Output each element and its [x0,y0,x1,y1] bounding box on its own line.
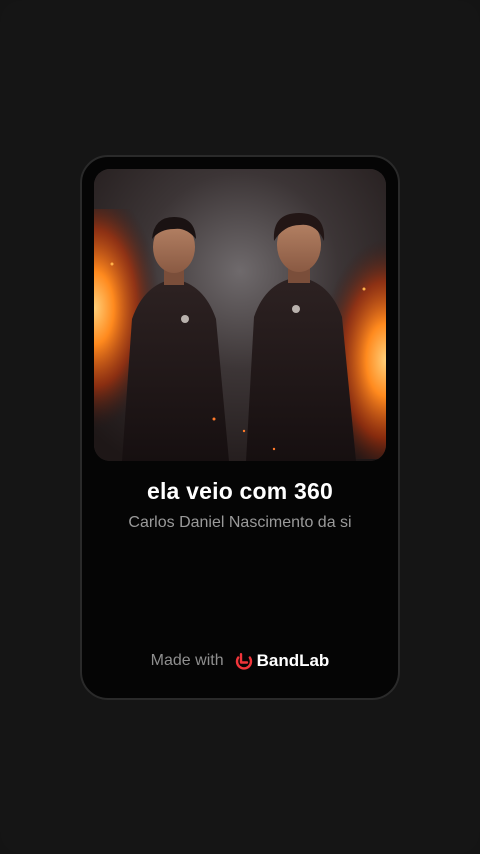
made-with-footer[interactable]: Made with BandLab [82,651,398,671]
artwork-illustration [94,169,386,461]
bandlab-brand-name: BandLab [256,651,330,670]
album-artwork[interactable] [94,169,386,461]
share-screen: ela veio com 360 Carlos Daniel Nasciment… [0,0,480,854]
made-with-label: Made with [150,652,224,669]
artist-name[interactable]: Carlos Daniel Nascimento da si [92,514,388,532]
bandlab-brand[interactable]: BandLab [234,651,330,671]
track-title: ela veio com 360 [146,478,334,504]
track-card[interactable]: ela veio com 360 Carlos Daniel Nasciment… [80,155,400,700]
bandlab-logo-icon [234,651,254,671]
